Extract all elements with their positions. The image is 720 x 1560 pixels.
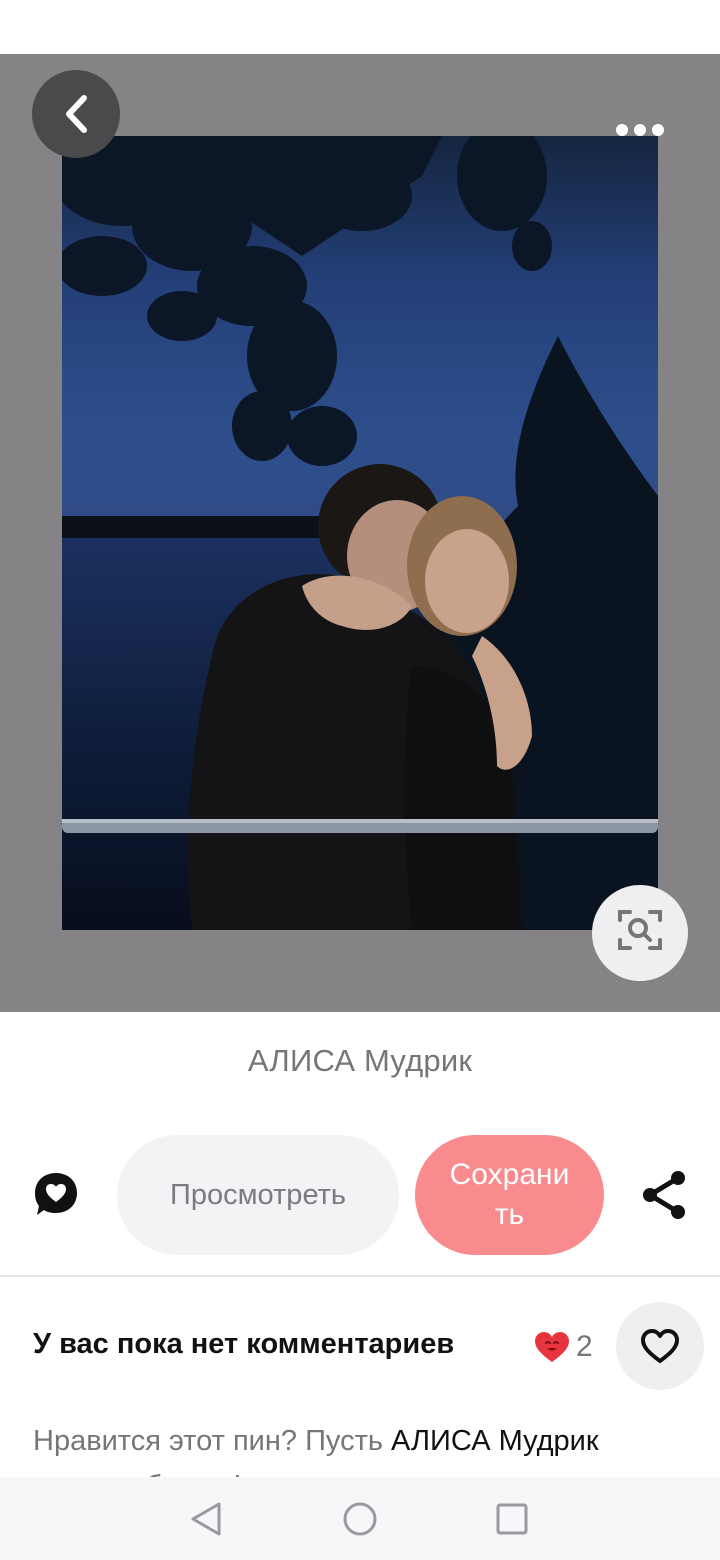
couple-silhouette <box>188 464 532 930</box>
share-button[interactable] <box>636 1166 692 1224</box>
more-dots-icon <box>616 124 664 136</box>
comment-heart-icon <box>35 1173 77 1215</box>
chevron-left-icon <box>66 95 87 133</box>
comment-prompt-prefix: Нравится этот пин? Пусть <box>33 1425 392 1457</box>
pin-image[interactable] <box>62 136 658 930</box>
like-button[interactable] <box>616 1302 704 1390</box>
heart-face-emoji-icon <box>535 1332 569 1362</box>
railing <box>62 819 658 833</box>
nav-recents-button[interactable] <box>472 1477 552 1560</box>
square-recents-icon <box>496 1503 528 1534</box>
comment-prompt-author[interactable]: АЛИСА Мудрик <box>391 1425 599 1457</box>
visual-search-icon <box>618 910 662 950</box>
comments-heading: У вас пока нет комментариев <box>33 1328 455 1360</box>
section-divider <box>0 1275 720 1277</box>
back-button[interactable] <box>32 70 120 158</box>
comment-reaction-button[interactable] <box>28 1166 84 1222</box>
save-button[interactable]: Сохранить <box>415 1135 604 1255</box>
view-button[interactable]: Просмотреть <box>117 1135 399 1255</box>
visual-search-button[interactable] <box>592 885 688 981</box>
status-bar <box>0 0 720 54</box>
circle-home-icon <box>343 1502 377 1535</box>
system-navigation-bar <box>0 1477 720 1560</box>
nav-home-button[interactable] <box>320 1477 400 1560</box>
reaction-count: 2 <box>576 1330 593 1363</box>
reaction-summary[interactable]: 2 <box>534 1327 593 1367</box>
nav-back-button[interactable] <box>166 1477 246 1560</box>
pin-author-title[interactable]: АЛИСА Мудрик <box>0 1043 720 1079</box>
triangle-back-icon <box>191 1502 221 1535</box>
heart-outline-icon <box>641 1329 679 1363</box>
save-button-label: Сохранить <box>449 1158 570 1231</box>
share-icon <box>643 1171 685 1219</box>
more-options-button[interactable] <box>604 108 676 152</box>
